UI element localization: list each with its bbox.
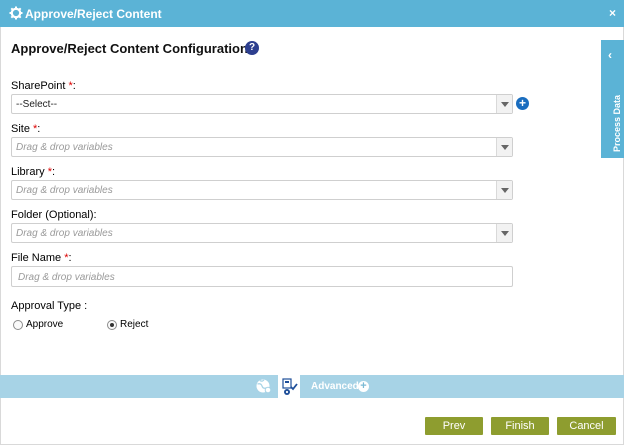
footer: Prev Finish Cancel — [0, 398, 624, 445]
close-icon[interactable]: × — [609, 6, 616, 20]
chevron-down-icon[interactable] — [496, 95, 512, 113]
folder-placeholder: Drag & drop variables — [16, 228, 113, 239]
folder-label: Folder (Optional): — [11, 209, 97, 221]
prev-button[interactable]: Prev — [425, 417, 483, 435]
site-placeholder: Drag & drop variables — [16, 142, 113, 153]
library-label: Library *: — [11, 166, 56, 178]
file-name-placeholder: Drag & drop variables — [18, 272, 115, 283]
folder-field[interactable]: Drag & drop variables — [11, 223, 513, 243]
bottom-tab-bar: Advanced + — [0, 375, 624, 398]
window-title: Approve/Reject Content — [25, 7, 162, 21]
approve-label: Approve — [26, 319, 64, 330]
gear-icon — [9, 6, 23, 20]
configuration-icon[interactable] — [278, 375, 300, 398]
chevron-left-icon[interactable]: ‹ — [608, 48, 612, 62]
help-icon[interactable]: ? — [245, 41, 259, 55]
reject-label: Reject — [120, 319, 149, 330]
title-bar: Approve/Reject Content × — [0, 0, 624, 27]
main-panel — [0, 27, 624, 375]
site-label: Site *: — [11, 123, 41, 135]
process-data-label: Process Data — [612, 94, 622, 152]
approve-radio[interactable] — [13, 320, 23, 330]
chevron-down-icon[interactable] — [496, 138, 512, 156]
advanced-expand-icon[interactable]: + — [358, 381, 369, 392]
finish-button[interactable]: Finish — [491, 417, 549, 435]
process-data-tab[interactable]: ‹ Process Data — [601, 40, 624, 158]
library-placeholder: Drag & drop variables — [16, 185, 113, 196]
page-title: Approve/Reject Content Configuration — [11, 41, 248, 56]
site-field[interactable]: Drag & drop variables — [11, 137, 513, 157]
add-connection-icon[interactable]: + — [516, 97, 529, 110]
sharepoint-select-value: --Select-- — [16, 99, 58, 110]
file-name-field[interactable]: Drag & drop variables — [11, 266, 513, 287]
cancel-button[interactable]: Cancel — [557, 417, 616, 435]
approval-type-label: Approval Type : — [11, 300, 88, 312]
sharepoint-select[interactable]: --Select-- — [11, 94, 513, 114]
file-name-label: File Name *: — [11, 252, 72, 264]
chevron-down-icon[interactable] — [496, 181, 512, 199]
reject-radio[interactable] — [107, 320, 117, 330]
globe-settings-icon[interactable] — [253, 375, 275, 398]
sharepoint-label: SharePoint *: — [11, 80, 76, 92]
chevron-down-icon[interactable] — [496, 224, 512, 242]
advanced-tab-label[interactable]: Advanced — [311, 381, 359, 392]
library-field[interactable]: Drag & drop variables — [11, 180, 513, 200]
